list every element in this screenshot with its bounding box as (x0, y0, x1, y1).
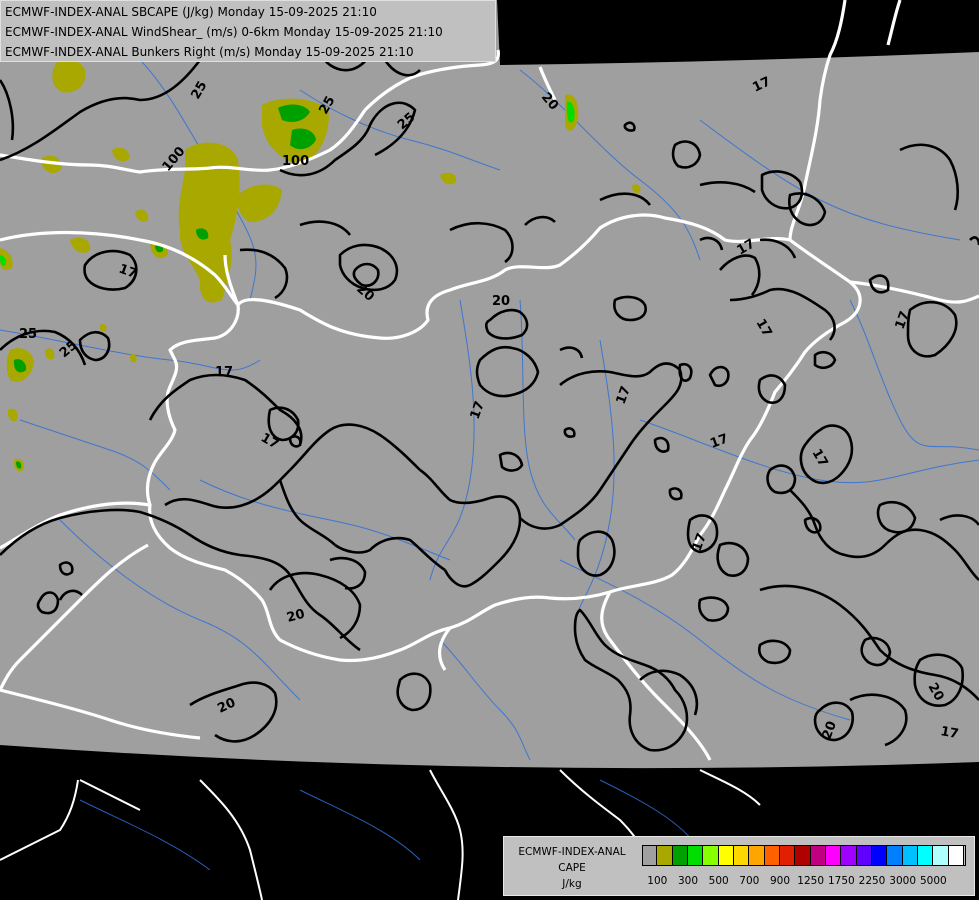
contour-label: 25 (19, 327, 37, 342)
weather-map: 25 25 25 25 25 100 100 17 17 17 17 17 17… (0, 0, 979, 900)
legend-tick-label: 2250 (858, 875, 886, 887)
legend-swatch (764, 846, 780, 865)
legend-tick-label: 5000 (919, 875, 947, 887)
legend-swatch (887, 846, 903, 865)
legend-tick-label: 3000 (889, 875, 917, 887)
contour-label: 20 (492, 294, 510, 309)
legend-swatch (749, 846, 765, 865)
legend-swatch (856, 846, 872, 865)
legend-title-source: ECMWF-INDEX-ANAL (518, 846, 626, 858)
legend-swatches (642, 837, 964, 877)
legend-swatch (918, 846, 934, 865)
legend-swatch (734, 846, 750, 865)
data-domain (0, 0, 979, 769)
contour-label: 17 (215, 365, 233, 380)
contour-label: 17 (939, 724, 959, 742)
header-panel: ECMWF-INDEX-ANAL SBCAPE (J/kg) Monday 15… (0, 0, 496, 62)
legend-tick-label: 1250 (797, 875, 825, 887)
legend-swatch (657, 846, 673, 865)
header-line-windshear: ECMWF-INDEX-ANAL WindShear_ (m/s) 0-6km … (5, 25, 443, 39)
legend-tick-label: 700 (739, 875, 760, 887)
header-line-bunkers: ECMWF-INDEX-ANAL Bunkers Right (m/s) Mon… (5, 45, 414, 59)
legend-title-parameter: CAPE (558, 862, 586, 874)
legend-tick-label: 900 (769, 875, 791, 887)
cape-legend: ECMWF-INDEX-ANAL CAPE J/kg 100 300 500 700 9… (503, 836, 975, 896)
legend-swatch (872, 846, 888, 865)
legend-swatch (642, 846, 658, 865)
legend-title-unit: J/kg (562, 878, 582, 890)
legend-swatch (810, 846, 826, 865)
legend-tick-label: 1750 (827, 875, 855, 887)
legend-swatch (718, 846, 734, 865)
legend-swatch (902, 846, 918, 865)
legend-swatch (780, 846, 796, 865)
legend-tick-label: 300 (677, 875, 699, 887)
legend-swatch (948, 846, 964, 865)
header-line-cape: ECMWF-INDEX-ANAL SBCAPE (J/kg) Monday 15… (5, 5, 377, 19)
legend-swatch (795, 846, 811, 865)
contour-label: 100 (282, 154, 309, 169)
legend-tick-label: 100 (647, 875, 668, 887)
legend-swatch (841, 846, 857, 865)
legend-swatch (703, 846, 719, 865)
legend-swatch (933, 846, 949, 865)
legend-tick-label: 500 (708, 875, 729, 887)
legend-swatch (672, 846, 688, 865)
legend-swatch (826, 846, 842, 865)
legend-swatch (688, 846, 704, 865)
